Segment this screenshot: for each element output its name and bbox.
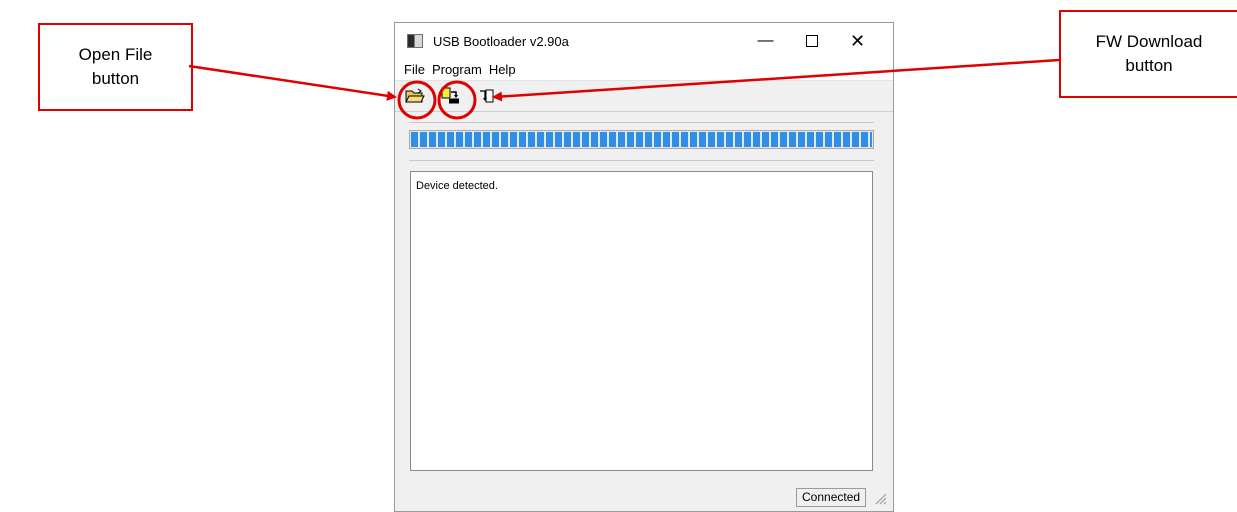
- status-bar: Connected: [395, 487, 893, 511]
- callout-line: button: [1125, 56, 1173, 75]
- maximize-button[interactable]: [789, 23, 834, 59]
- menu-program[interactable]: Program: [432, 62, 489, 77]
- open-file-button[interactable]: [403, 85, 427, 107]
- open-file-arrow: [188, 64, 397, 101]
- menu-file[interactable]: File: [395, 62, 432, 77]
- callout-line: Open File: [78, 45, 153, 64]
- connection-status: Connected: [796, 488, 867, 507]
- app-icon: [407, 34, 423, 48]
- title-bar[interactable]: USB Bootloader v2.90a — ✕: [395, 23, 893, 59]
- callout-line: button: [91, 69, 140, 88]
- menu-bar: File Program Help: [395, 59, 893, 81]
- reset-icon: [480, 89, 494, 103]
- reset-button[interactable]: [475, 85, 499, 107]
- progress-fill: [411, 132, 872, 147]
- resize-grip-icon[interactable]: [873, 491, 887, 505]
- divider: [409, 160, 874, 161]
- maximize-icon: [805, 35, 818, 47]
- toolbar: [395, 81, 893, 112]
- open-file-icon: [405, 88, 425, 103]
- divider: [409, 122, 874, 123]
- callout-line: FW Download: [1095, 32, 1203, 51]
- window-title: USB Bootloader v2.90a: [433, 33, 569, 49]
- open-file-callout: Open File button: [38, 23, 193, 111]
- fw-download-icon: [441, 87, 459, 104]
- menu-help[interactable]: Help: [489, 62, 523, 77]
- close-button[interactable]: ✕: [835, 23, 880, 59]
- fw-download-callout: FW Download button: [1059, 10, 1237, 98]
- log-output[interactable]: Device detected.: [410, 171, 873, 471]
- progress-bar: [409, 130, 874, 149]
- minimize-button[interactable]: —: [743, 23, 788, 59]
- log-line: Device detected.: [416, 180, 498, 192]
- fw-download-button[interactable]: [439, 85, 463, 107]
- bootloader-window: USB Bootloader v2.90a — ✕ File Program H…: [394, 22, 894, 512]
